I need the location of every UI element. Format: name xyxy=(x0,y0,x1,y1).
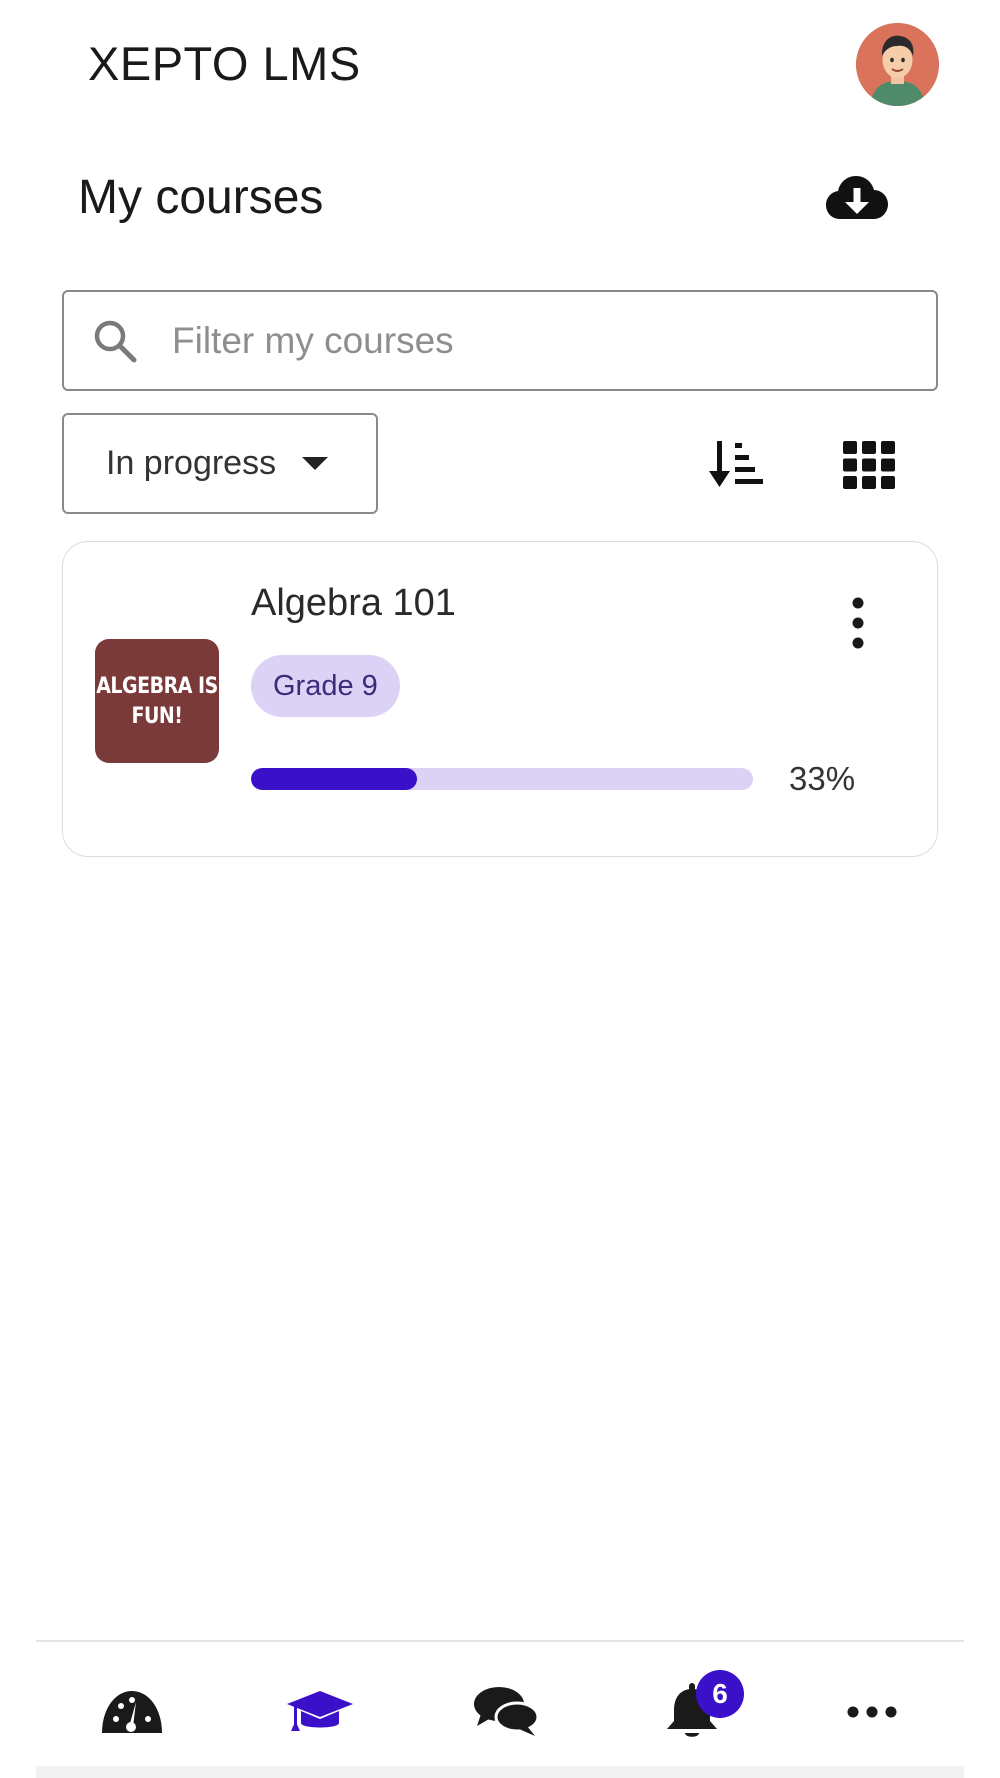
course-card[interactable]: ALGEBRA IS FUN! Algebra 101 Grade 9 33% xyxy=(62,541,938,857)
chat-bubbles-icon xyxy=(474,1687,539,1736)
speedometer-icon xyxy=(102,1691,162,1733)
cloud-download-icon xyxy=(826,176,888,219)
grid-icon xyxy=(843,441,895,489)
caret-down-icon xyxy=(302,456,329,471)
course-thumbnail[interactable]: ALGEBRA IS FUN! xyxy=(95,639,219,763)
nav-notifications[interactable]: 6 xyxy=(652,1670,744,1752)
status-filter-value: In progress xyxy=(106,444,277,482)
nav-my-courses[interactable] xyxy=(280,1672,360,1752)
course-menu-button[interactable] xyxy=(833,590,883,656)
course-filter-search xyxy=(62,290,938,391)
search-input[interactable] xyxy=(172,319,912,362)
download-button[interactable] xyxy=(822,170,892,226)
bottom-navigation: 6 xyxy=(36,1640,964,1766)
graduation-cap-icon xyxy=(287,1691,353,1731)
nav-dashboard[interactable] xyxy=(92,1672,172,1752)
more-vertical-icon xyxy=(852,597,864,649)
grade-badge: Grade 9 xyxy=(251,655,400,717)
my-courses-page: XEPTO LMS My courses Filter my courses I… xyxy=(0,0,1000,1778)
grid-view-button[interactable] xyxy=(836,432,902,498)
app-title: XEPTO LMS xyxy=(88,37,361,90)
avatar-icon xyxy=(856,23,939,106)
user-avatar[interactable] xyxy=(856,23,939,106)
notification-count-badge: 6 xyxy=(696,1670,744,1718)
course-progress-fill xyxy=(251,768,417,790)
nav-messages[interactable] xyxy=(466,1672,546,1752)
bottom-strip xyxy=(36,1766,964,1778)
search-icon xyxy=(92,318,152,364)
course-name[interactable]: Algebra 101 xyxy=(251,582,456,625)
course-thumbnail-text: ALGEBRA IS FUN! xyxy=(96,673,218,729)
status-filter-dropdown[interactable]: In progress xyxy=(62,413,378,514)
sort-ascending-icon xyxy=(709,441,763,487)
page-title: My courses xyxy=(78,171,324,224)
nav-more[interactable] xyxy=(832,1672,912,1752)
more-horizontal-icon xyxy=(847,1706,897,1718)
course-progress-label: 33% xyxy=(789,760,856,797)
sort-button[interactable] xyxy=(704,432,770,498)
course-progress-bar xyxy=(251,768,753,790)
